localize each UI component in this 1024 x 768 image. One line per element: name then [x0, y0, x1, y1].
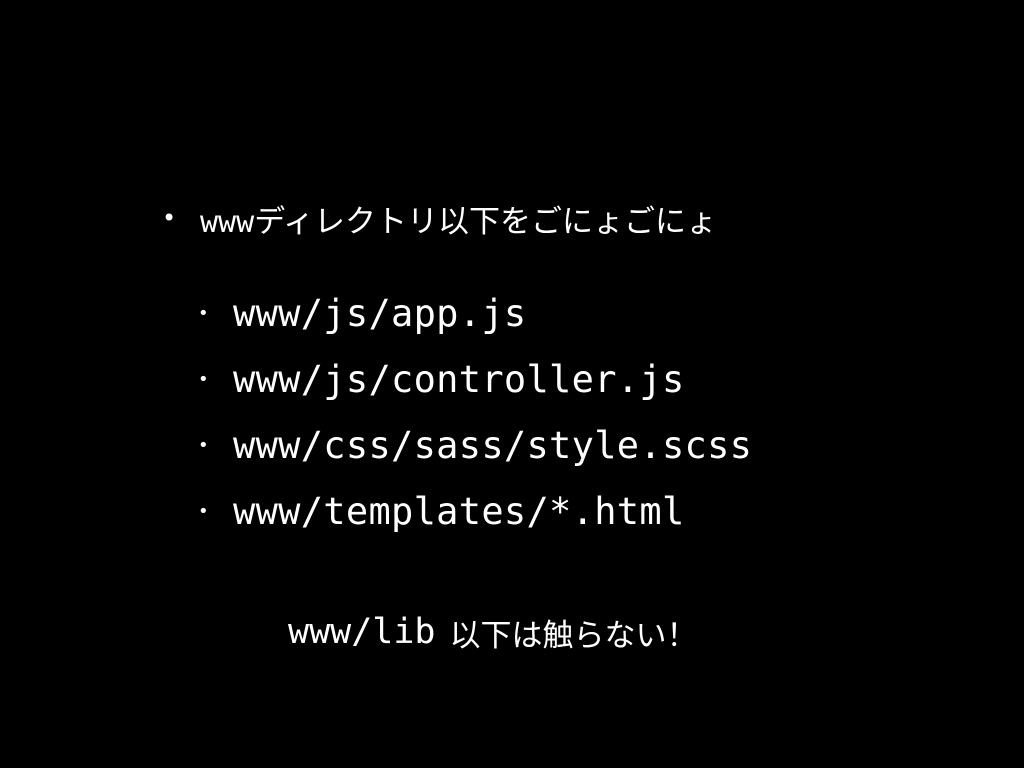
- bullet-icon: •: [162, 204, 177, 232]
- warning-note: www/lib 以下は触らない！: [288, 610, 698, 654]
- main-bullet-body: ディレクトリ以下をごにょごにょ: [254, 203, 718, 240]
- bullet-icon: •: [198, 302, 209, 324]
- note-path: www/lib: [288, 612, 436, 652]
- bullet-icon: •: [198, 434, 209, 456]
- main-bullet-prefix: www: [200, 204, 255, 240]
- file-path: www/css/sass/style.scss: [233, 423, 753, 467]
- list-item: • www/css/sass/style.scss: [198, 412, 752, 478]
- main-bullet-item: • wwwディレクトリ以下をごにょごにょ: [162, 196, 717, 240]
- file-path: www/js/app.js: [233, 291, 527, 335]
- note-text: 以下は触らない！: [449, 617, 698, 654]
- sub-bullet-list: • www/js/app.js • www/js/controller.js • ww…: [198, 280, 752, 544]
- list-item: • www/templates/*.html: [198, 478, 752, 544]
- list-item: • www/js/controller.js: [198, 346, 752, 412]
- bullet-icon: •: [198, 500, 209, 522]
- file-path: www/templates/*.html: [233, 489, 685, 533]
- file-path: www/js/controller.js: [233, 357, 685, 401]
- list-item: • www/js/app.js: [198, 280, 752, 346]
- bullet-icon: •: [198, 368, 209, 390]
- main-bullet-text: wwwディレクトリ以下をごにょごにょ: [200, 196, 717, 241]
